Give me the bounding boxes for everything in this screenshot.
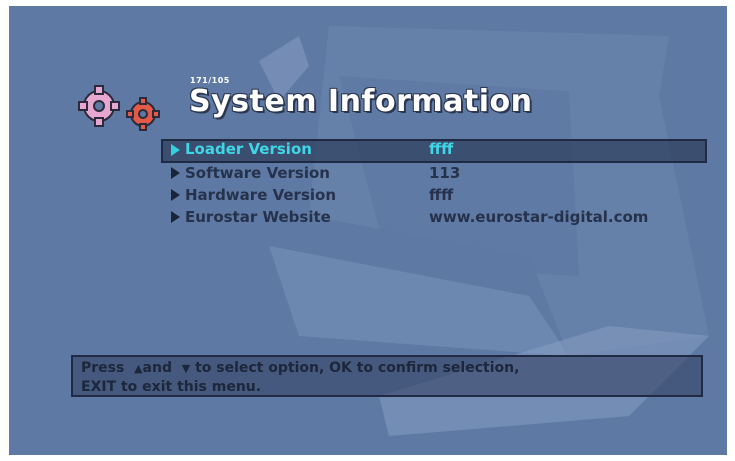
help-and: and xyxy=(142,360,172,376)
help-line-1: Press ▲and ▼ to select option, OK to con… xyxy=(81,359,693,378)
right-arrow-icon xyxy=(171,189,180,201)
up-arrow-icon: ▲ xyxy=(134,362,143,375)
help-press: Press xyxy=(81,360,125,376)
help-line-2: EXIT to exit this menu. xyxy=(81,379,262,395)
menu-item-loader-version[interactable]: Loader Version ffff xyxy=(161,139,707,163)
menu-item-value: ffff xyxy=(429,140,454,158)
down-arrow-icon: ▼ xyxy=(181,362,191,375)
menu-item-software-version[interactable]: Software Version 113 xyxy=(161,163,707,185)
help-bar: Press ▲and ▼ to select option, OK to con… xyxy=(71,355,703,397)
system-info-menu: Loader Version ffff Software Version 113… xyxy=(161,139,707,229)
tv-screen: 171/105 System Information Loader Versio… xyxy=(9,6,727,455)
menu-item-eurostar-website[interactable]: Eurostar Website www.eurostar-digital.co… xyxy=(161,207,707,229)
page-title: System Information xyxy=(189,84,533,119)
right-arrow-icon xyxy=(171,167,180,179)
right-arrow-icon xyxy=(171,144,180,156)
menu-item-label: Eurostar Website xyxy=(185,208,331,226)
menu-item-value: www.eurostar-digital.com xyxy=(429,208,649,226)
menu-item-value: ffff xyxy=(429,186,454,204)
help-instruction: to select option, OK to confirm selectio… xyxy=(195,360,520,376)
menu-item-value: 113 xyxy=(429,164,461,182)
menu-item-label: Hardware Version xyxy=(185,186,336,204)
menu-item-label: Software Version xyxy=(185,164,330,182)
right-arrow-icon xyxy=(171,211,180,223)
menu-item-label: Loader Version xyxy=(185,140,312,158)
menu-item-hardware-version[interactable]: Hardware Version ffff xyxy=(161,185,707,207)
gears-icon xyxy=(78,85,160,131)
